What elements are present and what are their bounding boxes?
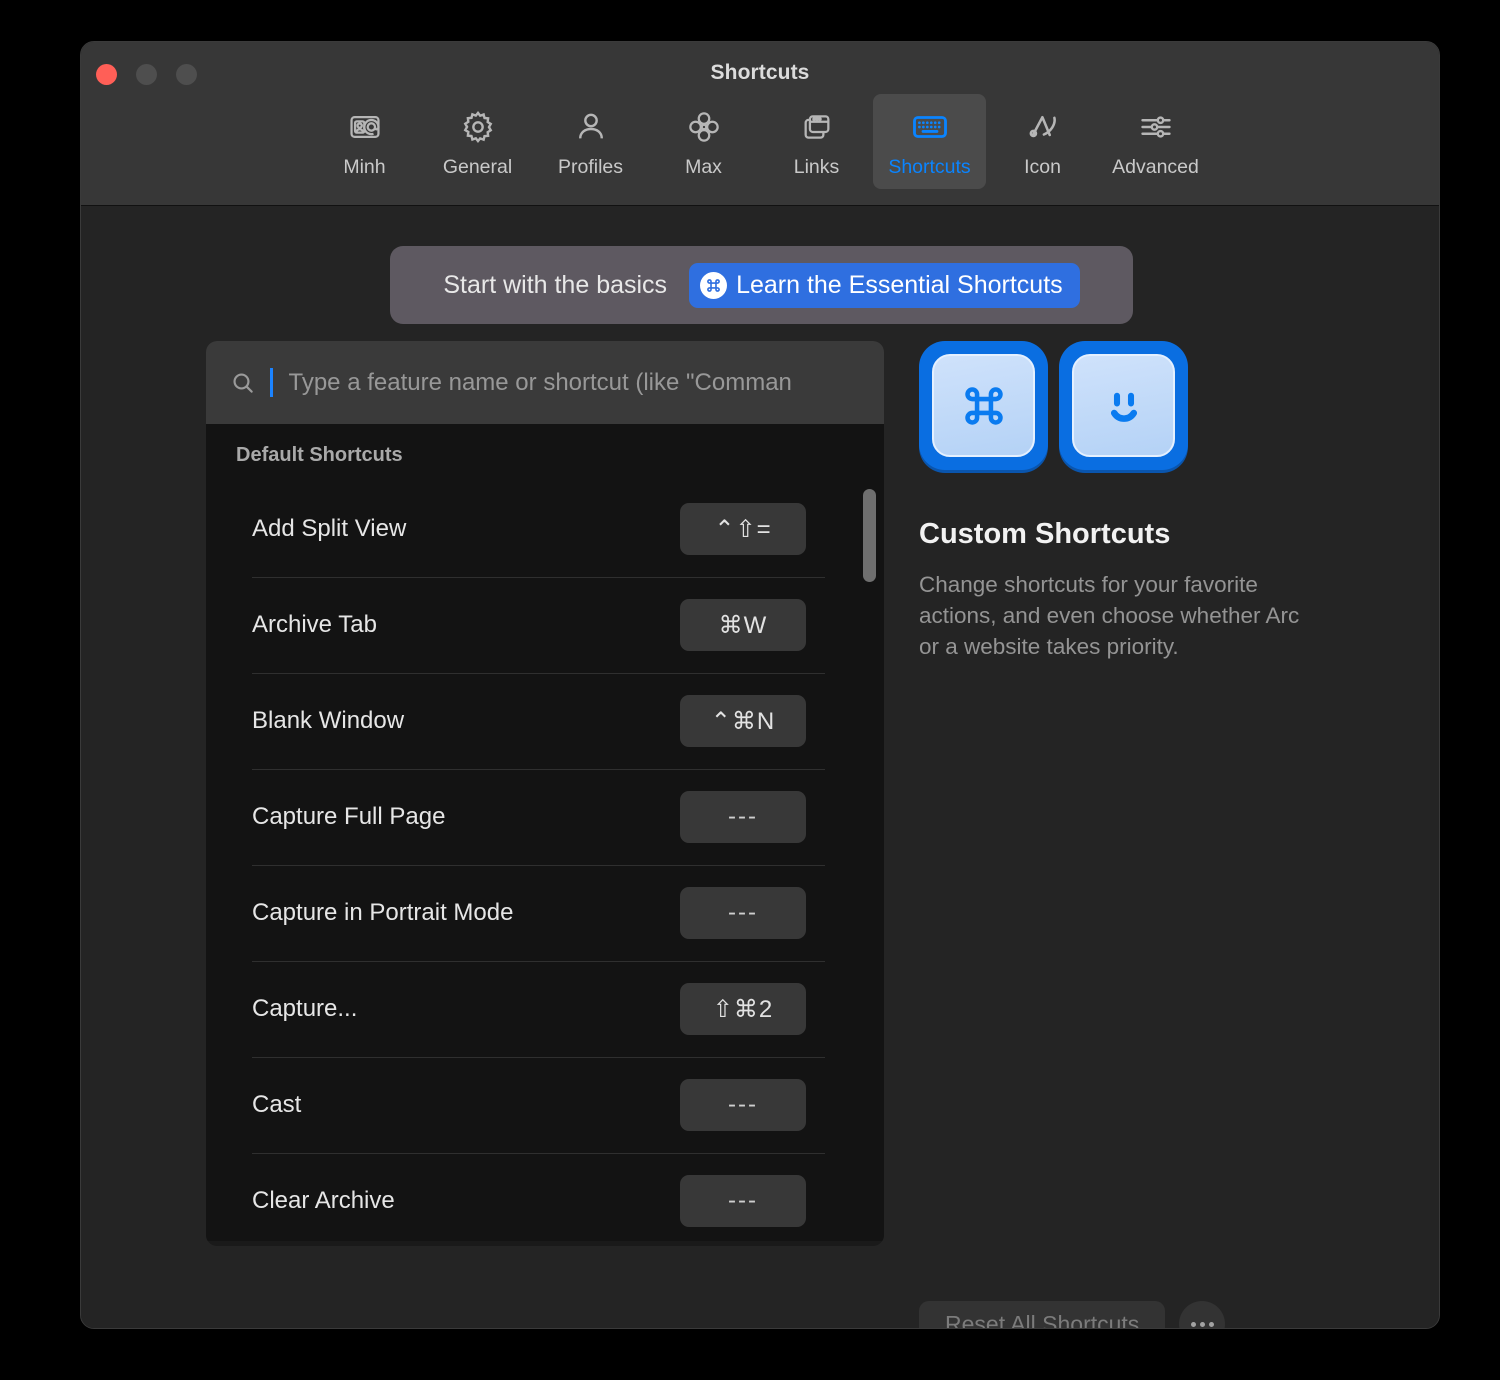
essential-shortcuts-banner: Start with the basics Learn the Essentia… bbox=[390, 246, 1133, 324]
command-key-icon bbox=[700, 271, 728, 299]
keycap-illustration bbox=[919, 341, 1339, 470]
tab-minh[interactable]: Minh bbox=[308, 94, 421, 189]
tab-label: Max bbox=[685, 156, 722, 178]
tab-label: Icon bbox=[1024, 156, 1061, 178]
section-header-default-shortcuts: Default Shortcuts bbox=[206, 424, 884, 481]
shortcut-name: Cast bbox=[252, 1091, 302, 1118]
shortcut-name: Capture Full Page bbox=[252, 803, 446, 830]
table-row[interactable]: Capture... ⇧⌘2 bbox=[206, 961, 884, 1057]
window-toolbar: Shortcuts Minh General Profiles Max Link… bbox=[81, 42, 1439, 206]
smiley-keycap bbox=[1059, 341, 1188, 470]
tab-icon[interactable]: Icon bbox=[986, 94, 1099, 189]
tab-label: Advanced bbox=[1112, 156, 1199, 178]
preferences-window: Shortcuts Minh General Profiles Max Link… bbox=[80, 41, 1440, 1329]
gear-icon bbox=[460, 107, 496, 147]
sliders-icon bbox=[1138, 107, 1174, 147]
panel-description: Change shortcuts for your favorite actio… bbox=[919, 572, 1300, 659]
table-row[interactable]: Blank Window ⌃⌘N bbox=[206, 673, 884, 769]
shortcut-key-badge[interactable]: ⌘W bbox=[680, 599, 806, 651]
tab-label: Minh bbox=[343, 156, 386, 178]
smiley-face-key-icon bbox=[1072, 354, 1175, 457]
custom-shortcuts-detail: Custom Shortcuts Change shortcuts for yo… bbox=[919, 341, 1339, 662]
table-row[interactable]: Add Split View ⌃⇧= bbox=[206, 481, 884, 577]
shortcut-key-badge[interactable]: --- bbox=[680, 1079, 806, 1131]
shortcut-key-badge[interactable]: --- bbox=[680, 1175, 806, 1227]
shortcut-name: Capture... bbox=[252, 995, 358, 1022]
preferences-tabbar: Minh General Profiles Max Links Shortcut… bbox=[81, 94, 1439, 189]
more-options-button[interactable] bbox=[1179, 1301, 1226, 1328]
preferences-content: Start with the basics Learn the Essentia… bbox=[81, 206, 1439, 1328]
table-row[interactable]: Capture Full Page --- bbox=[206, 769, 884, 865]
command-key-icon bbox=[932, 354, 1035, 457]
tab-label: Profiles bbox=[557, 156, 624, 178]
dot bbox=[1190, 1321, 1196, 1327]
banner-button-label: Learn the Essential Shortcuts bbox=[736, 270, 1063, 299]
tab-label: General bbox=[442, 156, 513, 178]
tab-label: Shortcuts bbox=[888, 156, 971, 178]
person-icon bbox=[574, 107, 608, 147]
shortcuts-list: Add Split View ⌃⇧= Archive Tab ⌘W Blank … bbox=[206, 481, 884, 1241]
tab-links[interactable]: Links bbox=[760, 94, 873, 189]
shortcut-search-row[interactable]: Type a feature name or shortcut (like "C… bbox=[206, 341, 884, 424]
text-cursor bbox=[270, 368, 273, 397]
shortcuts-list-panel: Type a feature name or shortcut (like "C… bbox=[206, 341, 884, 1246]
shortcut-key-badge[interactable]: ⇧⌘2 bbox=[680, 983, 806, 1035]
search-icon bbox=[230, 370, 256, 396]
tab-profiles[interactable]: Profiles bbox=[534, 94, 647, 189]
contact-card-icon bbox=[348, 107, 382, 147]
shortcut-key-badge[interactable]: ⌃⇧= bbox=[680, 503, 806, 555]
search-input[interactable]: Type a feature name or shortcut (like "C… bbox=[289, 369, 792, 397]
dot bbox=[1208, 1321, 1214, 1327]
table-row[interactable]: Capture in Portrait Mode --- bbox=[206, 865, 884, 961]
window-title: Shortcuts bbox=[710, 61, 810, 84]
arc-logo-icon bbox=[1025, 107, 1061, 147]
keyboard-icon bbox=[911, 107, 949, 147]
shortcut-key-badge[interactable]: --- bbox=[680, 791, 806, 843]
panel-title: Custom Shortcuts bbox=[919, 518, 1171, 550]
table-row[interactable]: Archive Tab ⌘W bbox=[206, 577, 884, 673]
scrollbar-thumb[interactable] bbox=[863, 489, 876, 582]
tab-advanced[interactable]: Advanced bbox=[1099, 94, 1212, 189]
shortcut-key-badge[interactable]: ⌃⌘N bbox=[680, 695, 806, 747]
shortcut-name: Archive Tab bbox=[252, 611, 377, 638]
command-keycap bbox=[919, 341, 1048, 470]
footer-actions: Reset All Shortcuts bbox=[919, 1301, 1226, 1328]
tab-label: Links bbox=[793, 156, 840, 178]
reset-all-shortcuts-button[interactable]: Reset All Shortcuts bbox=[919, 1301, 1166, 1328]
banner-text: Start with the basics bbox=[443, 270, 668, 299]
shortcut-name: Capture in Portrait Mode bbox=[252, 899, 514, 926]
tab-max[interactable]: Max bbox=[647, 94, 760, 189]
table-row[interactable]: Clear Archive --- bbox=[206, 1153, 884, 1246]
table-row[interactable]: Cast --- bbox=[206, 1057, 884, 1153]
dot bbox=[1199, 1321, 1205, 1327]
shortcut-key-badge[interactable]: --- bbox=[680, 887, 806, 939]
windows-icon bbox=[800, 107, 834, 147]
shortcut-name: Add Split View bbox=[252, 515, 407, 542]
learn-essential-shortcuts-button[interactable]: Learn the Essential Shortcuts bbox=[689, 262, 1080, 308]
list-scrollbar[interactable] bbox=[863, 489, 876, 1233]
shortcut-name: Clear Archive bbox=[252, 1187, 395, 1214]
tab-general[interactable]: General bbox=[421, 94, 534, 189]
shortcut-name: Blank Window bbox=[252, 707, 405, 734]
flower-icon bbox=[686, 107, 722, 147]
tab-shortcuts[interactable]: Shortcuts bbox=[873, 94, 986, 189]
